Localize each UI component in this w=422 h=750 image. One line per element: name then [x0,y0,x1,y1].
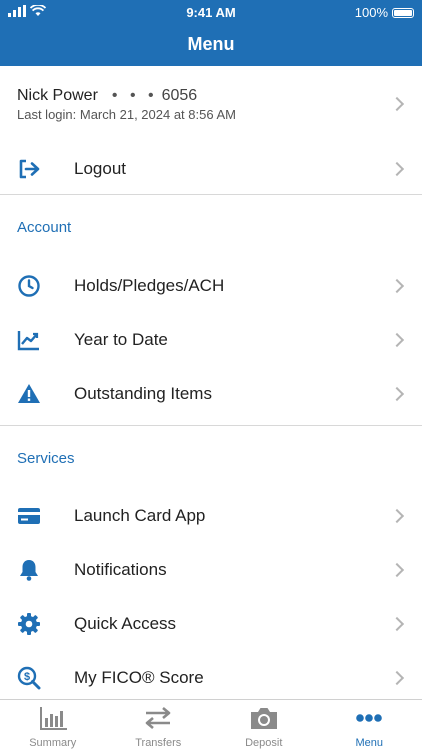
tab-transfers[interactable]: Transfers [106,700,212,750]
logout-icon [19,159,40,179]
services-section-header: Services [0,426,422,489]
dollar-search-icon: $ [17,666,41,690]
tab-deposit[interactable]: Deposit [211,700,317,750]
chevron-right-icon [389,161,405,177]
menu-item-quick-access[interactable]: Quick Access [0,597,422,651]
section-title-account: Account [17,219,72,236]
gear-icon [18,613,40,635]
trend-chart-icon [17,331,39,351]
more-dots-icon [356,714,383,722]
menu-item-label: Notifications [74,560,167,579]
chevron-right-icon [389,562,405,578]
tab-summary[interactable]: Summary [0,700,106,750]
menu-item-year-to-date[interactable]: Year to Date [0,313,422,367]
account-mask: • • • [111,87,158,104]
menu-item-notifications[interactable]: Notifications [0,543,422,597]
menu-item-fico-score[interactable]: $ My FICO® Score [0,651,422,705]
battery-percent: 100% [354,5,388,20]
chevron-right-icon [389,616,405,632]
menu-item-label: Holds/Pledges/ACH [74,276,225,295]
account-section-header: Account [0,195,422,259]
menu-item-label: My FICO® Score [74,668,204,687]
page-title: Menu [187,34,235,54]
menu-item-outstanding[interactable]: Outstanding Items [0,367,422,421]
account-suffix: 6056 [161,87,198,104]
clock-icon [18,275,40,297]
bell-icon [20,560,38,581]
transfer-arrows-icon [145,707,171,729]
chevron-right-icon [389,278,405,294]
menu-item-holds[interactable]: Holds/Pledges/ACH [0,259,422,313]
status-bar: 9:41 AM 100% [0,0,422,24]
battery-indicator: 100% [355,5,414,20]
tab-label: Transfers [135,737,182,749]
menu-item-label: Year to Date [74,330,168,349]
warning-icon [18,384,40,403]
tab-label: Summary [29,737,77,749]
logout-row[interactable]: Logout [0,142,422,196]
svg-text:$: $ [24,671,30,683]
chevron-right-icon [389,670,405,686]
section-title-services: Services [17,450,75,467]
app-header: 9:41 AM 100% Menu [0,0,422,66]
camera-icon [250,708,277,729]
chevron-right-icon [389,332,405,348]
profile-row[interactable]: Nick Power • • • 6056 Last login: March 21… [0,66,422,142]
last-login-text: Last login: March 21, 2024 at 8:56 AM [17,107,236,122]
profile-name-line: Nick Power • • • 6056 [17,87,197,105]
menu-item-label: Launch Card App [74,506,206,525]
tab-label: Deposit [245,737,283,749]
logout-label: Logout [74,159,126,178]
menu-item-launch-card-app[interactable]: Launch Card App [0,489,422,543]
profile-name: Nick Power [17,87,98,104]
tab-label: Menu [355,737,384,749]
chevron-right-icon [389,508,405,524]
chevron-right-icon [389,386,405,402]
credit-card-icon [18,508,40,524]
battery-icon [392,7,414,18]
menu-item-label: Outstanding Items [74,384,212,403]
tab-menu[interactable]: Menu [317,700,422,750]
tab-bar: Summary Transfers Deposit Menu [0,699,422,750]
menu-item-label: Quick Access [74,614,177,633]
bar-chart-icon [39,707,67,730]
chevron-right-icon [389,96,405,112]
